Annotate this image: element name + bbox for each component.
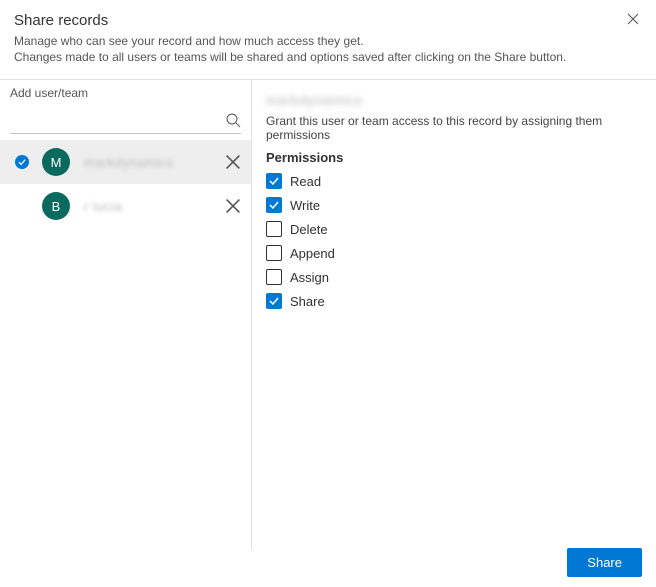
- permissions-list: Read Write Delete Append Assign Share: [266, 171, 642, 311]
- right-pane: markdynamics Grant this user or team acc…: [252, 80, 656, 550]
- dialog-footer: Share: [567, 548, 642, 577]
- checkbox-icon: [266, 197, 282, 213]
- permission-label: Write: [290, 198, 320, 213]
- dialog-body: Add user/team M markdynamics: [0, 80, 656, 550]
- permission-delete[interactable]: Delete: [266, 219, 642, 239]
- permission-label: Share: [290, 294, 325, 309]
- checkbox-icon: [266, 293, 282, 309]
- checkbox-icon: [266, 269, 282, 285]
- remove-user-button[interactable]: [225, 198, 241, 214]
- share-button[interactable]: Share: [567, 548, 642, 577]
- add-user-label: Add user/team: [0, 80, 251, 104]
- user-name: r lucia: [84, 199, 225, 214]
- permissions-heading: Permissions: [266, 150, 642, 165]
- user-list: M markdynamics B r lucia: [0, 140, 251, 228]
- permission-assign[interactable]: Assign: [266, 267, 642, 287]
- left-pane: Add user/team M markdynamics: [0, 80, 252, 550]
- search-input[interactable]: [10, 108, 225, 131]
- permission-label: Assign: [290, 270, 329, 285]
- checkbox-icon: [266, 221, 282, 237]
- checkbox-icon: [266, 245, 282, 261]
- checkbox-icon: [266, 173, 282, 189]
- permission-label: Delete: [290, 222, 328, 237]
- dialog-header: Share records Manage who can see your re…: [0, 0, 656, 73]
- permission-label: Read: [290, 174, 321, 189]
- permission-label: Append: [290, 246, 335, 261]
- search-icon[interactable]: [225, 112, 241, 128]
- check-icon: [15, 155, 29, 169]
- subtitle-line: Manage who can see your record and how m…: [14, 33, 642, 49]
- user-name: markdynamics: [84, 155, 225, 170]
- dialog-title: Share records: [14, 12, 642, 29]
- user-item[interactable]: B r lucia: [0, 184, 251, 228]
- close-icon: [627, 13, 639, 25]
- grant-description: Grant this user or team access to this r…: [266, 114, 642, 142]
- search-row: [10, 106, 241, 134]
- close-icon: [225, 198, 241, 214]
- remove-user-button[interactable]: [225, 154, 241, 170]
- subtitle-line: Changes made to all users or teams will …: [14, 49, 642, 65]
- permission-read[interactable]: Read: [266, 171, 642, 191]
- permission-write[interactable]: Write: [266, 195, 642, 215]
- user-item[interactable]: M markdynamics: [0, 140, 251, 184]
- close-icon: [225, 154, 241, 170]
- dialog-subtitle: Manage who can see your record and how m…: [14, 33, 642, 65]
- avatar: B: [42, 192, 70, 220]
- avatar: M: [42, 148, 70, 176]
- selected-indicator: [14, 154, 30, 170]
- permission-share[interactable]: Share: [266, 291, 642, 311]
- selected-user-name: markdynamics: [266, 92, 642, 108]
- close-button[interactable]: [624, 10, 642, 28]
- permission-append[interactable]: Append: [266, 243, 642, 263]
